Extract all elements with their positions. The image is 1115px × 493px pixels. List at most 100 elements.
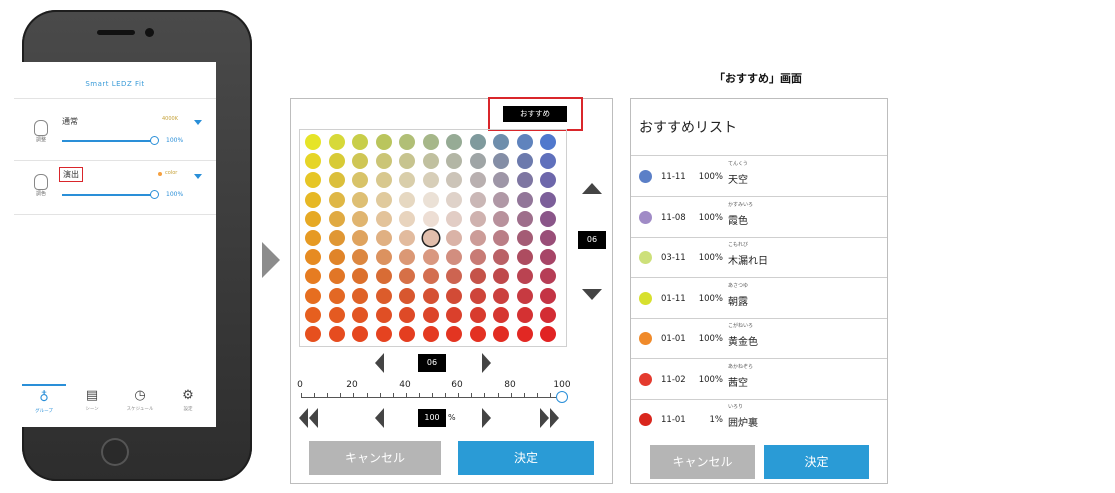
color-swatch[interactable] xyxy=(493,287,509,304)
brightness-max-button[interactable] xyxy=(540,408,564,428)
color-swatch[interactable] xyxy=(446,210,462,227)
color-swatch[interactable] xyxy=(493,210,509,227)
recommend-list-item[interactable]: てんくう 11-11 100% 天空 xyxy=(631,156,887,196)
color-swatch[interactable] xyxy=(540,172,556,189)
color-swatch[interactable] xyxy=(352,287,368,304)
color-swatch[interactable] xyxy=(516,306,533,323)
color-swatch[interactable] xyxy=(422,210,439,227)
color-swatch[interactable] xyxy=(328,306,345,323)
color-swatch[interactable] xyxy=(352,268,368,285)
color-swatch[interactable] xyxy=(540,306,556,323)
color-swatch[interactable] xyxy=(375,134,392,150)
brightness-min-button[interactable] xyxy=(299,408,323,428)
color-swatch[interactable] xyxy=(305,287,321,304)
color-swatch[interactable] xyxy=(328,287,345,304)
color-swatch[interactable] xyxy=(540,230,556,246)
color-swatch[interactable] xyxy=(493,326,509,342)
recommend-list-item[interactable]: こもれび 03-11 100% 木漏れ日 xyxy=(631,237,887,277)
color-swatch[interactable] xyxy=(422,287,439,304)
cancel-button[interactable]: キャンセル xyxy=(309,441,441,475)
brightness-scale-track[interactable] xyxy=(301,397,563,398)
color-swatch[interactable] xyxy=(540,287,556,304)
color-swatch[interactable] xyxy=(446,134,462,150)
color-swatch[interactable] xyxy=(493,249,509,266)
color-swatch[interactable] xyxy=(446,249,462,266)
color-swatch[interactable] xyxy=(375,191,392,208)
recommend-list-item[interactable]: あかねぞら 11-02 100% 茜空 xyxy=(631,359,887,399)
color-swatch[interactable] xyxy=(399,249,415,266)
recommend-button[interactable]: おすすめ xyxy=(503,106,567,122)
color-swatch[interactable] xyxy=(540,249,556,266)
color-swatch[interactable] xyxy=(352,210,368,227)
color-swatch[interactable] xyxy=(399,172,415,189)
color-swatch[interactable] xyxy=(375,210,392,227)
color-grid[interactable] xyxy=(299,129,567,347)
color-swatch[interactable] xyxy=(516,191,533,208)
color-swatch[interactable] xyxy=(493,153,509,170)
color-swatch[interactable] xyxy=(446,287,462,304)
color-swatch[interactable] xyxy=(493,172,509,189)
brightness-slider-handle[interactable] xyxy=(150,136,159,145)
chevron-down-icon[interactable] xyxy=(194,120,202,125)
color-swatch[interactable] xyxy=(493,134,509,150)
brightness-down-arrow-icon[interactable] xyxy=(375,408,384,428)
color-swatch[interactable] xyxy=(469,306,486,323)
tab-schedule[interactable]: ◷ スケジュール xyxy=(118,384,162,424)
chevron-down-icon[interactable] xyxy=(194,174,202,179)
color-swatch[interactable] xyxy=(375,153,392,170)
color-swatch[interactable] xyxy=(446,230,462,246)
color-swatch[interactable] xyxy=(375,172,392,189)
color-swatch[interactable] xyxy=(328,172,345,189)
color-swatch[interactable] xyxy=(516,326,533,342)
color-swatch[interactable] xyxy=(493,306,509,323)
color-swatch[interactable] xyxy=(375,326,392,342)
color-swatch[interactable] xyxy=(469,172,486,189)
recommend-list-item[interactable]: こがねいろ 01-01 100% 黄金色 xyxy=(631,318,887,358)
color-swatch[interactable] xyxy=(516,153,533,170)
light-name-highlighted[interactable]: 演出 xyxy=(59,167,83,182)
color-swatch[interactable] xyxy=(328,134,345,150)
color-swatch[interactable] xyxy=(352,172,368,189)
color-swatch[interactable] xyxy=(540,326,556,342)
color-swatch[interactable] xyxy=(469,230,486,246)
color-swatch[interactable] xyxy=(469,326,486,342)
color-swatch[interactable] xyxy=(540,153,556,170)
color-swatch[interactable] xyxy=(493,268,509,285)
color-swatch[interactable] xyxy=(305,326,321,342)
row-up-arrow-icon[interactable] xyxy=(582,183,602,194)
color-swatch[interactable] xyxy=(399,153,415,170)
color-swatch[interactable] xyxy=(469,268,486,285)
color-swatch[interactable] xyxy=(446,326,462,342)
color-swatch[interactable] xyxy=(328,153,345,170)
color-swatch[interactable] xyxy=(305,268,321,285)
color-swatch[interactable] xyxy=(422,134,439,150)
recommend-list-item[interactable]: かすみいろ 11-08 100% 霞色 xyxy=(631,197,887,237)
color-swatch[interactable] xyxy=(399,134,415,150)
color-swatch[interactable] xyxy=(493,191,509,208)
color-swatch[interactable] xyxy=(516,134,533,150)
color-swatch[interactable] xyxy=(516,268,533,285)
color-swatch[interactable] xyxy=(516,210,533,227)
color-swatch[interactable] xyxy=(469,210,486,227)
color-swatch[interactable] xyxy=(328,268,345,285)
color-swatch[interactable] xyxy=(399,287,415,304)
color-swatch[interactable] xyxy=(540,191,556,208)
color-swatch[interactable] xyxy=(399,326,415,342)
color-swatch[interactable] xyxy=(305,191,321,208)
color-swatch[interactable] xyxy=(399,306,415,323)
tab-group[interactable]: ♁ グループ xyxy=(22,384,66,426)
color-swatch[interactable] xyxy=(305,210,321,227)
color-swatch[interactable] xyxy=(469,287,486,304)
light-row-normal[interactable]: 調整 通常 4000K 100% xyxy=(14,110,216,160)
color-swatch[interactable] xyxy=(352,249,368,266)
color-swatch[interactable] xyxy=(305,249,321,266)
brightness-up-arrow-icon[interactable] xyxy=(482,408,491,428)
color-swatch[interactable] xyxy=(352,326,368,342)
tab-scene[interactable]: ▤ シーン xyxy=(70,384,114,424)
ok-button[interactable]: 決定 xyxy=(764,445,869,479)
light-row-effect[interactable]: 調色 演出 color 100% xyxy=(14,164,216,214)
recommend-list-item[interactable]: あさつゆ 01-11 100% 朝露 xyxy=(631,278,887,318)
color-swatch[interactable] xyxy=(516,287,533,304)
brightness-scale-handle[interactable] xyxy=(556,391,568,403)
color-swatch[interactable] xyxy=(399,191,415,208)
